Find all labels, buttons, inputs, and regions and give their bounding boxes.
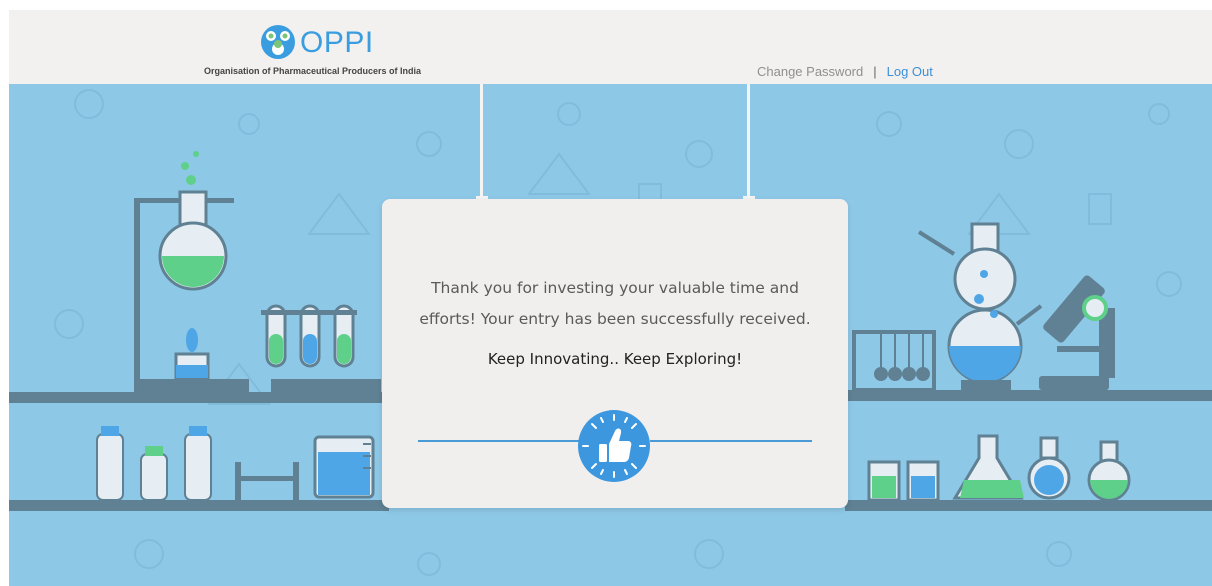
- left-shelf-top: [9, 392, 389, 403]
- lab-flasks-icon: [867, 434, 1131, 502]
- lab-background-scene: Thank you for investing your valuable ti…: [9, 84, 1212, 586]
- logout-link[interactable]: Log Out: [887, 64, 933, 79]
- confirmation-message: Thank you for investing your valuable ti…: [382, 273, 848, 335]
- microscope-icon: [1039, 275, 1115, 390]
- card-hanging-string-right: [747, 84, 750, 201]
- logo-text: OPPI: [300, 26, 374, 59]
- distillation-flask-icon: [917, 222, 1043, 390]
- card-hanging-string-left: [480, 84, 483, 201]
- message-line-2: efforts! Your entry has been successfull…: [419, 310, 811, 328]
- message-line-1: Thank you for investing your valuable ti…: [431, 279, 799, 297]
- beaker-icon: [313, 435, 375, 499]
- oppi-logo-icon: [261, 25, 295, 59]
- page: OPPI Organisation of Pharmaceutical Prod…: [9, 10, 1212, 586]
- change-password-link[interactable]: Change Password: [757, 64, 863, 79]
- confirmation-card: Thank you for investing your valuable ti…: [382, 199, 848, 508]
- bunsen-burner-icon: [174, 328, 210, 380]
- thumbs-up-icon: [578, 410, 650, 482]
- newtons-cradle-icon: [852, 330, 936, 392]
- left-shelf-bottom: [9, 500, 389, 511]
- test-tube-rack-icon: [261, 304, 381, 392]
- oppi-logo[interactable]: OPPI Organisation of Pharmaceutical Prod…: [204, 24, 464, 84]
- tagline: Keep Innovating.. Keep Exploring!: [487, 350, 743, 368]
- logo-subtitle: Organisation of Pharmaceutical Producers…: [204, 66, 422, 76]
- small-rack-icon: [235, 462, 299, 500]
- bottles-icon: [96, 426, 212, 501]
- right-shelf-bottom: [845, 500, 1212, 511]
- nav-separator: |: [873, 64, 877, 79]
- site-header: OPPI Organisation of Pharmaceutical Prod…: [9, 10, 1212, 84]
- divider-right: [650, 440, 812, 442]
- divider-left: [418, 440, 580, 442]
- account-nav: Change Password | Log Out: [757, 64, 933, 79]
- round-flask-icon: [158, 151, 228, 291]
